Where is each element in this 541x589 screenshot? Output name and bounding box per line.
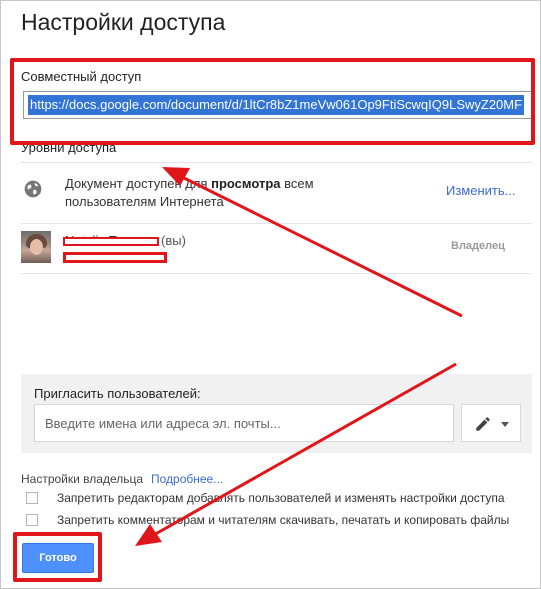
invite-permission-dropdown[interactable]	[461, 404, 521, 442]
permission-text-bold: просмотра	[211, 176, 281, 191]
public-permission-text: Документ доступен для просмотра всем пол…	[65, 175, 345, 211]
highlight-box-link	[10, 58, 535, 145]
owner-role: Владелец	[451, 240, 505, 252]
invite-input[interactable]	[34, 404, 454, 442]
redaction-mark	[63, 252, 167, 263]
change-permission-link[interactable]: Изменить...	[446, 183, 515, 198]
globe-icon	[24, 180, 42, 198]
redaction-mark	[63, 237, 159, 246]
pencil-icon	[476, 417, 490, 431]
divider	[21, 273, 532, 274]
divider	[21, 162, 532, 163]
permission-text-before: Документ доступен для	[65, 176, 212, 191]
option-label: Запретить комментаторам и читателям скач…	[57, 513, 510, 527]
owner-you-label: (вы)	[161, 233, 186, 248]
dialog-title: Настройки доступа	[21, 9, 226, 35]
checkbox[interactable]	[26, 514, 38, 526]
avatar	[21, 231, 51, 263]
option-label: Запретить редакторам добавлять пользоват…	[57, 491, 505, 505]
chevron-down-icon	[501, 422, 509, 427]
learn-more-link[interactable]: Подробнее...	[151, 472, 223, 486]
invite-label: Пригласить пользователей:	[34, 386, 201, 401]
highlight-box-done	[13, 532, 102, 582]
divider	[21, 223, 532, 224]
checkbox[interactable]	[26, 492, 38, 504]
owner-settings-label: Настройки владельца	[21, 472, 144, 486]
